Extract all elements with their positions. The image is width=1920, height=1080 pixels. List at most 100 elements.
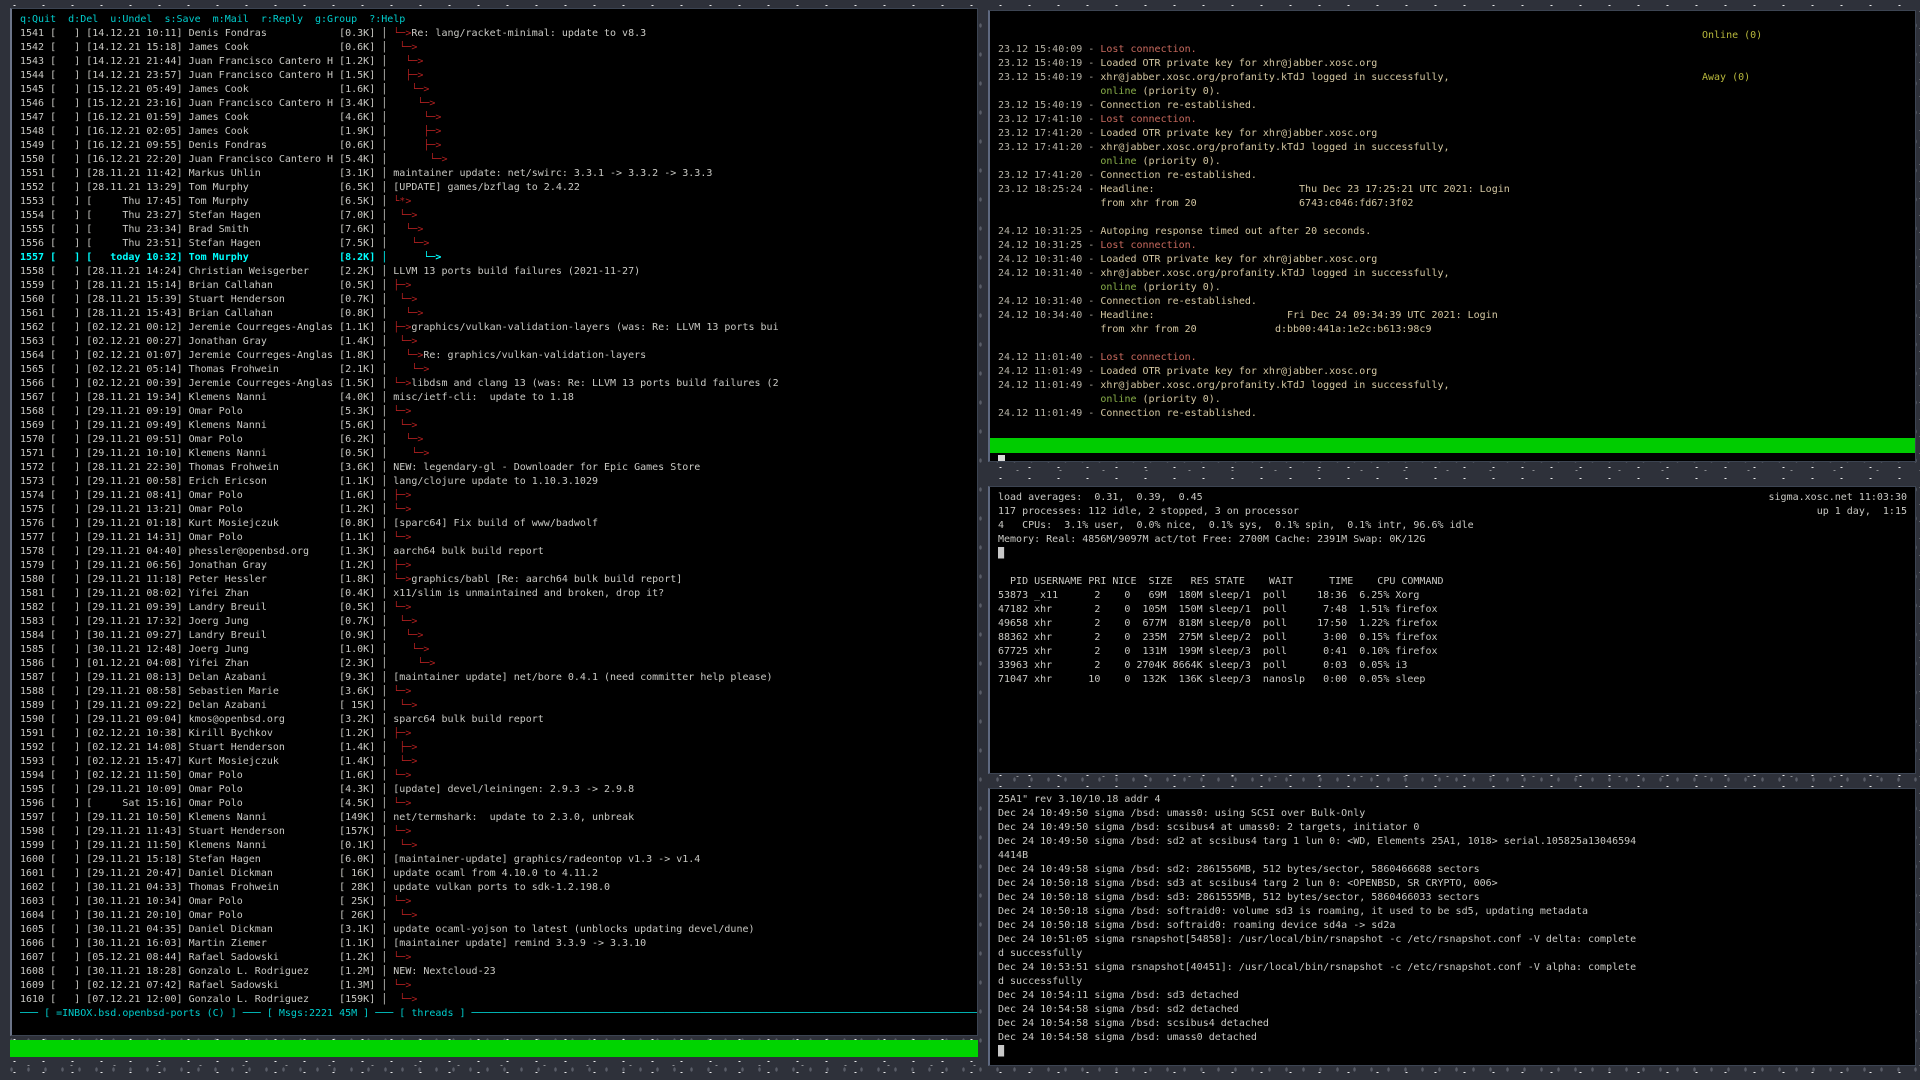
mail-row[interactable]: 1598 [ ] [29.11.21 11:43] Stuart Henders… [20,825,977,839]
terminal-line: Dec 24 10:49:50 sigma /bsd: umass0: usin… [998,807,1915,821]
syslog-output: 25A1" rev 3.10/10.18 addr 4Dec 24 10:49:… [990,789,1915,1065]
terminal-line: PID USERNAME PRI NICE SIZE RES STATE WAI… [998,575,1915,589]
mail-row[interactable]: 1548 [ ] [16.12.21 02:05] James Cook [1.… [20,125,977,139]
profanity-status-bar: [11:03] xhr@jabber.xosc.org/profanity.kT… [990,438,1915,453]
mail-row[interactable]: 1541 [ ] [14.12.21 10:11] Denis Fondras … [20,27,977,41]
mail-row[interactable]: 1583 [ ] [29.11.21 17:32] Joerg Jung [0.… [20,615,977,629]
terminal-line: 24.12 11:01:40 - Lost connection. [998,351,1915,365]
mail-row[interactable]: 1550 [ ] [16.12.21 22:20] Juan Francisco… [20,153,977,167]
terminal-line: Dec 24 10:54:58 sigma /bsd: scsibus4 det… [998,1017,1915,1031]
mail-row[interactable]: 1558 [ ] [28.11.21 14:24] Christian Weis… [20,265,977,279]
wm-status-bar[interactable]: [23] 0* mutt "sigma.xosc.net" 11.03 24-1… [10,1040,978,1057]
mail-row[interactable]: 1562 [ ] [02.12.21 00:12] Jeremie Courre… [20,321,977,335]
mail-row[interactable]: 1566 [ ] [02.12.21 00:39] Jeremie Courre… [20,377,977,391]
mail-row[interactable]: 1559 [ ] [28.11.21 15:14] Brian Callahan… [20,279,977,293]
mail-row[interactable]: 1572 [ ] [28.11.21 22:30] Thomas Frohwei… [20,461,977,475]
mail-row[interactable]: 1553 [ ] [ Thu 17:45] Tom Murphy [6.5K] … [20,195,977,209]
window-profanity[interactable]: Profanity. Type /help for help informati… [988,10,1916,462]
terminal-line: 4 CPUs: 3.1% user, 0.0% nice, 0.1% sys, … [998,519,1915,533]
mail-row[interactable]: 1544 [ ] [14.12.21 23:57] Juan Francisco… [20,69,977,83]
mail-row[interactable]: 1606 [ ] [30.11.21 16:03] Martin Ziemer … [20,937,977,951]
mail-row[interactable]: 1578 [ ] [29.11.21 04:40] phessler@openb… [20,545,977,559]
mail-row[interactable]: 1564 [ ] [02.12.21 01:07] Jeremie Courre… [20,349,977,363]
mail-row[interactable]: 1556 [ ] [ Thu 23:51] Stefan Hagen [7.5K… [20,237,977,251]
mail-row[interactable]: 1581 [ ] [29.11.21 08:02] Yifei Zhan [0.… [20,587,977,601]
terminal-line: 67725 xhr 2 0 131M 199M sleep/3 poll 0:4… [998,645,1915,659]
mail-row[interactable]: 1594 [ ] [02.12.21 11:50] Omar Polo [1.6… [20,769,977,783]
window-top[interactable]: load averages: 0.31, 0.39, 0.45sigma.xos… [988,486,1916,774]
mail-row[interactable]: 1592 [ ] [02.12.21 14:08] Stuart Henders… [20,741,977,755]
mail-row[interactable]: 1565 [ ] [02.12.21 05:14] Thomas Frohwei… [20,363,977,377]
mail-row[interactable]: 1582 [ ] [29.11.21 09:39] Landry Breuil … [20,601,977,615]
mail-row[interactable]: 1597 [ ] [29.11.21 10:50] Klemens Nanni … [20,811,977,825]
mail-row[interactable]: 1576 [ ] [29.11.21 01:18] Kurt Mosiejczu… [20,517,977,531]
mail-row[interactable]: 1567 [ ] [28.11.21 19:34] Klemens Nanni … [20,391,977,405]
mail-row[interactable]: 1570 [ ] [29.11.21 09:51] Omar Polo [6.2… [20,433,977,447]
mail-row[interactable]: 1545 [ ] [15.12.21 05:49] James Cook [1.… [20,83,977,97]
terminal-line: Dec 24 10:49:50 sigma /bsd: scsibus4 at … [998,821,1915,835]
terminal-line: 24.12 11:01:49 - xhr@jabber.xosc.org/pro… [998,379,1915,393]
desktop: { "wm_bar": { "left": " [23] 0* mutt", "… [0,0,1920,1080]
mail-row[interactable]: 1610 [ ] [07.12.21 12:00] Gonzalo L. Rod… [20,993,977,1007]
mail-row[interactable]: 1547 [ ] [16.12.21 01:59] James Cook [4.… [20,111,977,125]
mail-row[interactable]: 1546 [ ] [15.12.21 23:16] Juan Francisco… [20,97,977,111]
mail-row[interactable]: 1554 [ ] [ Thu 23:27] Stefan Hagen [7.0K… [20,209,977,223]
mail-row[interactable]: 1557 [ ] [ today 10:32] Tom Murphy [8.2K… [20,251,977,265]
profanity-input[interactable] [998,455,1005,462]
mail-row[interactable]: 1595 [ ] [29.11.21 10:09] Omar Polo [4.3… [20,783,977,797]
mail-row[interactable]: 1587 [ ] [29.11.21 08:13] Delan Azabani … [20,671,977,685]
mail-row[interactable]: 1590 [ ] [29.11.21 09:04] kmos@openbsd.o… [20,713,977,727]
mail-row[interactable]: 1579 [ ] [29.11.21 06:56] Jonathan Gray … [20,559,977,573]
mail-row[interactable]: 1549 [ ] [16.12.21 09:55] Denis Fondras … [20,139,977,153]
mail-row[interactable]: 1599 [ ] [29.11.21 11:50] Klemens Nanni … [20,839,977,853]
mail-row[interactable]: 1589 [ ] [29.11.21 09:22] Delan Azabani … [20,699,977,713]
mail-row[interactable]: 1568 [ ] [29.11.21 09:19] Omar Polo [5.3… [20,405,977,419]
mail-row[interactable]: 1543 [ ] [14.12.21 21:44] Juan Francisco… [20,55,977,69]
mail-row[interactable]: 1596 [ ] [ Sat 15:16] Omar Polo [4.5K] │… [20,797,977,811]
mail-row[interactable]: 1608 [ ] [30.11.21 18:28] Gonzalo L. Rod… [20,965,977,979]
mail-row[interactable]: 1588 [ ] [29.11.21 08:58] Sebastien Mari… [20,685,977,699]
terminal-line: online (priority 0). [998,85,1915,99]
mail-row[interactable]: 1585 [ ] [30.11.21 12:48] Joerg Jung [1.… [20,643,977,657]
terminal-line: 24.12 10:31:25 - Lost connection. [998,239,1915,253]
mail-row[interactable]: 1551 [ ] [28.11.21 11:42] Markus Uhlin [… [20,167,977,181]
window-syslog[interactable]: 25A1" rev 3.10/10.18 addr 4Dec 24 10:49:… [988,788,1916,1066]
mail-row[interactable]: 1577 [ ] [29.11.21 14:31] Omar Polo [1.1… [20,531,977,545]
window-mutt[interactable]: q:Quit d:Del u:Undel s:Save m:Mail r:Rep… [10,8,978,1036]
mail-row[interactable]: 1571 [ ] [29.11.21 10:10] Klemens Nanni … [20,447,977,461]
mail-row[interactable]: 1563 [ ] [02.12.21 00:27] Jonathan Gray … [20,335,977,349]
mail-row[interactable]: 1604 [ ] [30.11.21 20:10] Omar Polo [ 26… [20,909,977,923]
terminal-line: Dec 24 10:54:11 sigma /bsd: sd3 detached [998,989,1915,1003]
mail-row[interactable]: 1607 [ ] [05.12.21 08:44] Rafael Sadowsk… [20,951,977,965]
terminal-line: 24.12 10:34:40 - Headline: Fri Dec 24 09… [998,309,1915,323]
terminal-line: d successfully [998,975,1915,989]
terminal-line: Dec 24 10:53:51 sigma rsnapshot[40451]: … [998,961,1915,975]
mail-row[interactable]: 1574 [ ] [29.11.21 08:41] Omar Polo [1.6… [20,489,977,503]
mail-row[interactable]: 1561 [ ] [28.11.21 15:43] Brian Callahan… [20,307,977,321]
mail-row[interactable]: 1586 [ ] [01.12.21 04:08] Yifei Zhan [2.… [20,657,977,671]
mail-row[interactable]: 1601 [ ] [29.11.21 20:47] Daniel Dickman… [20,867,977,881]
terminal-line: Dec 24 10:49:50 sigma /bsd: sd2 at scsib… [998,835,1915,849]
mail-row[interactable]: 1573 [ ] [29.11.21 00:58] Erich Ericson … [20,475,977,489]
mail-row[interactable]: 1584 [ ] [30.11.21 09:27] Landry Breuil … [20,629,977,643]
mail-row[interactable]: 1560 [ ] [28.11.21 15:39] Stuart Henders… [20,293,977,307]
mail-row[interactable]: 1593 [ ] [02.12.21 15:47] Kurt Mosiejczu… [20,755,977,769]
terminal-line: from xhr from 20 6743:c046:fd67:3f02 [998,197,1915,211]
terminal-line: █ [998,1045,1915,1059]
mail-row[interactable]: 1555 [ ] [ Thu 23:34] Brad Smith [7.6K] … [20,223,977,237]
terminal-line: 53873 _x11 2 0 69M 180M sleep/1 poll 18:… [998,589,1915,603]
mail-row[interactable]: 1569 [ ] [29.11.21 09:49] Klemens Nanni … [20,419,977,433]
mail-row[interactable]: 1575 [ ] [29.11.21 13:21] Omar Polo [1.2… [20,503,977,517]
mail-row[interactable]: 1542 [ ] [14.12.21 15:18] James Cook [0.… [20,41,977,55]
mail-row[interactable]: 1580 [ ] [29.11.21 11:18] Peter Hessler … [20,573,977,587]
terminal-line: Dec 24 10:50:18 sigma /bsd: softraid0: v… [998,905,1915,919]
terminal-line: Dec 24 10:51:05 sigma rsnapshot[54858]: … [998,933,1915,947]
mail-row[interactable]: 1602 [ ] [30.11.21 04:33] Thomas Frohwei… [20,881,977,895]
mail-row[interactable]: 1552 [ ] [28.11.21 13:29] Tom Murphy [6.… [20,181,977,195]
mail-row[interactable]: 1600 [ ] [29.11.21 15:18] Stefan Hagen [… [20,853,977,867]
mail-row[interactable]: 1605 [ ] [30.11.21 04:35] Daniel Dickman… [20,923,977,937]
mail-row[interactable]: 1603 [ ] [30.11.21 10:34] Omar Polo [ 25… [20,895,977,909]
mail-row[interactable]: 1591 [ ] [02.12.21 10:38] Kirill Bychkov… [20,727,977,741]
terminal-line [998,561,1915,575]
mail-row[interactable]: 1609 [ ] [02.12.21 07:42] Rafael Sadowsk… [20,979,977,993]
